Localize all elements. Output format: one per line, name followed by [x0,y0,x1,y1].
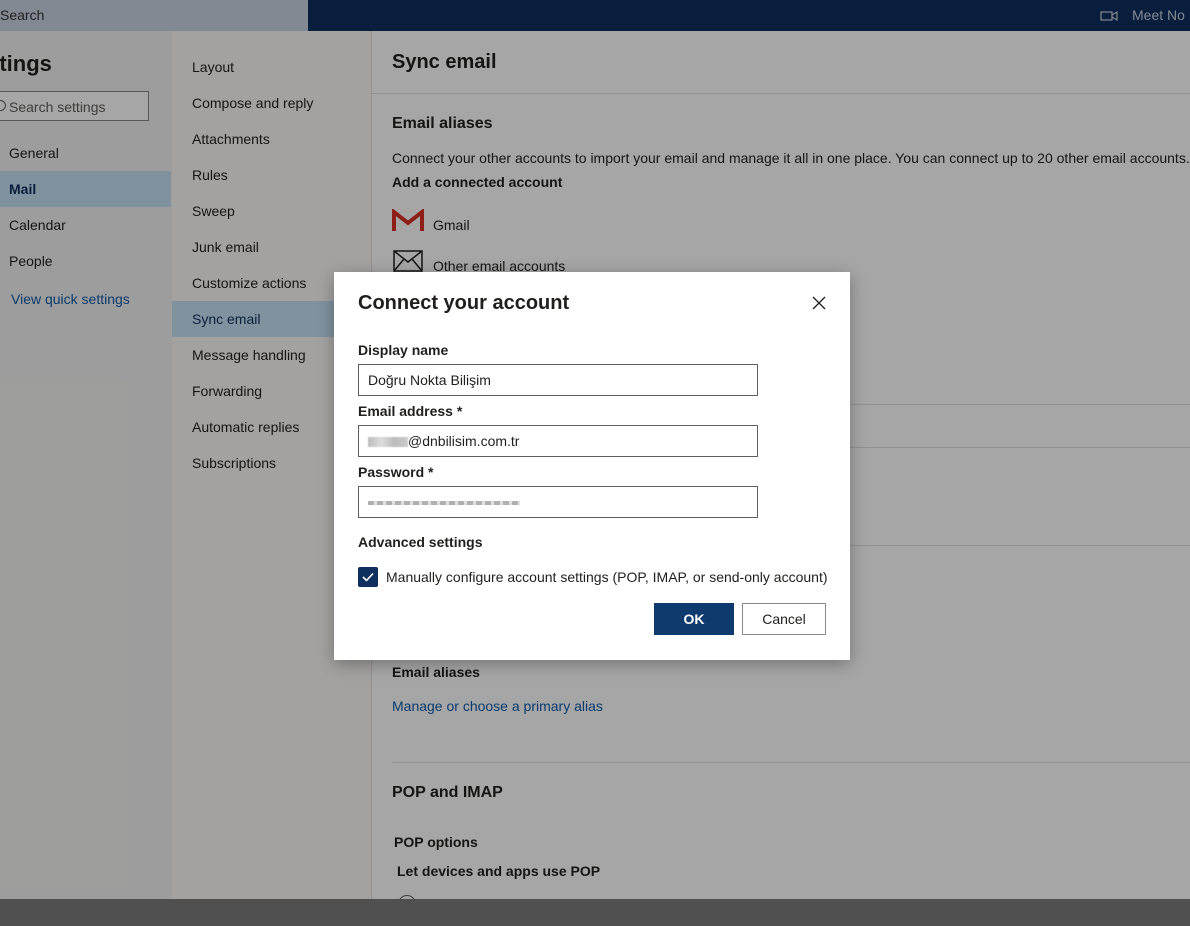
connect-account-dialog: Connect your account Display name Doğru … [334,272,850,660]
display-name-field[interactable]: Doğru Nokta Bilişim [358,364,758,396]
display-name-value: Doğru Nokta Bilişim [368,372,491,388]
advanced-settings-heading: Advanced settings [358,534,483,550]
password-field[interactable] [358,486,758,518]
manual-config-checkbox[interactable] [358,567,378,587]
bottom-strip [0,899,1190,926]
email-address-value: @dnbilisim.com.tr [408,433,520,449]
redacted-username [368,437,408,448]
password-masked-value [368,501,520,505]
cancel-button[interactable]: Cancel [742,603,826,635]
ok-button[interactable]: OK [654,603,734,635]
checkmark-icon [362,572,374,582]
dialog-title: Connect your account [358,292,570,314]
password-label: Password * [358,464,434,480]
display-name-label: Display name [358,342,449,358]
close-icon[interactable] [810,294,828,312]
email-address-label: Email address * [358,403,463,419]
email-address-field[interactable]: @dnbilisim.com.tr [358,425,758,457]
manual-config-label: Manually configure account settings (POP… [386,569,828,585]
